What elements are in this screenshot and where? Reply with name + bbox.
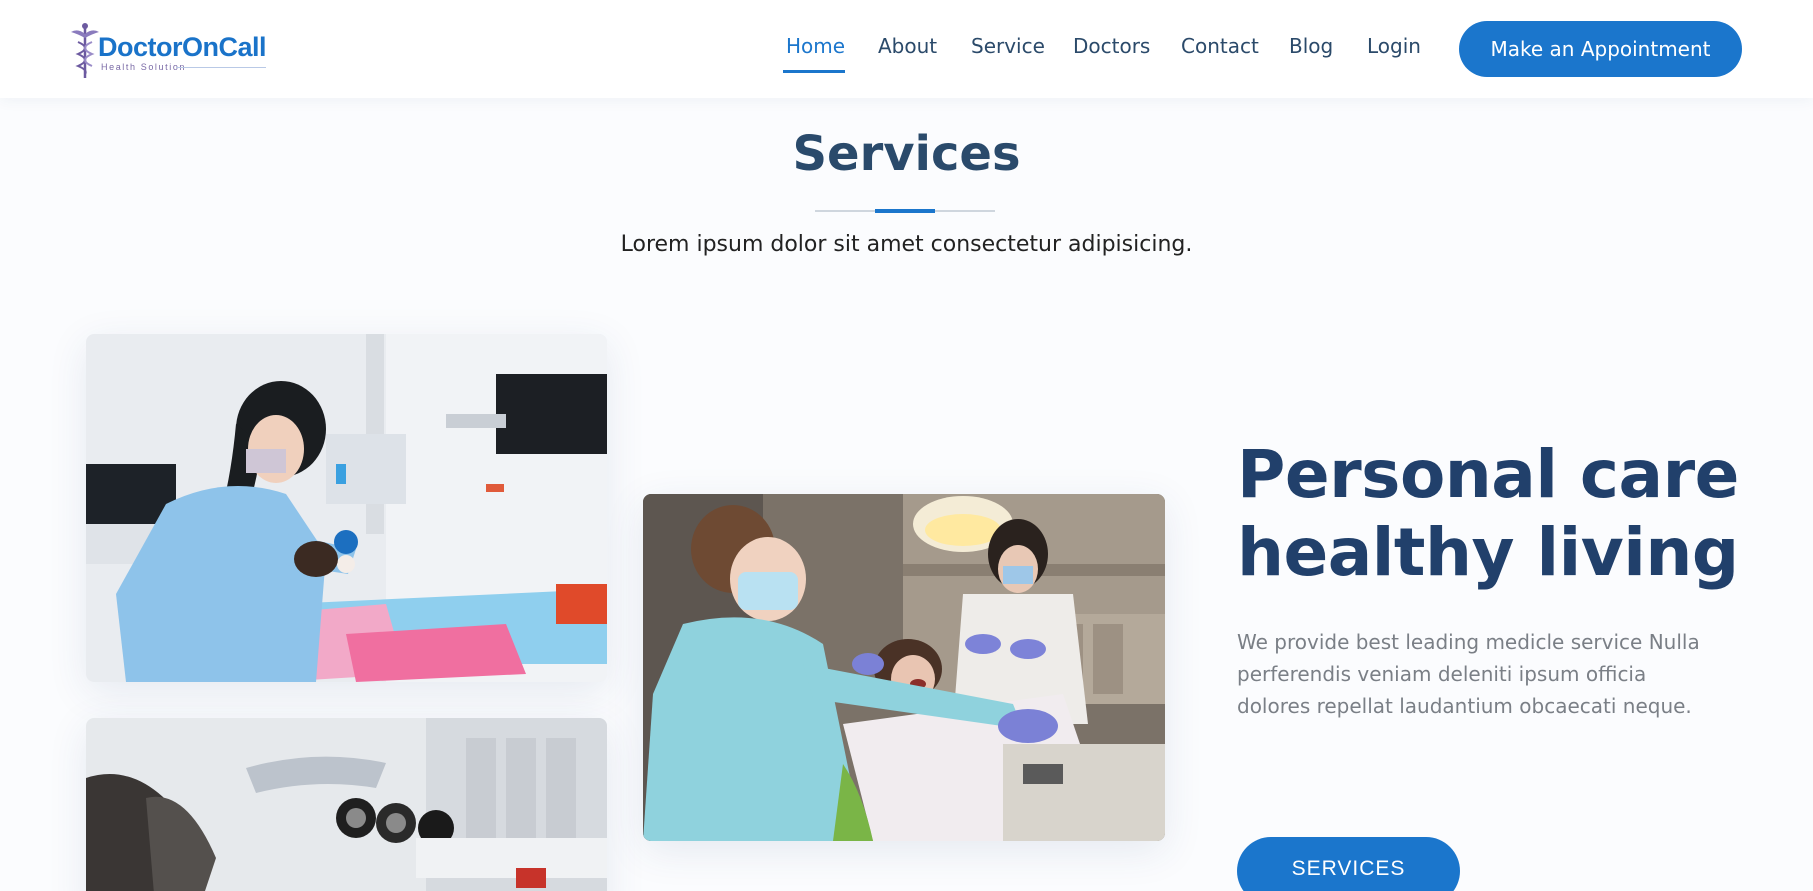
caduceus-icon — [71, 23, 99, 78]
dentist-photo-2 — [643, 494, 1165, 841]
title-divider-accent — [875, 209, 935, 213]
hero-title: Personal care healthy living — [1237, 436, 1757, 592]
nav-service[interactable]: Service — [971, 34, 1045, 58]
nav-login[interactable]: Login — [1367, 34, 1421, 58]
nav-contact[interactable]: Contact — [1181, 34, 1259, 58]
make-appointment-button[interactable]: Make an Appointment — [1459, 21, 1742, 77]
services-button[interactable]: SERVICES — [1237, 837, 1460, 891]
nav-blog[interactable]: Blog — [1289, 34, 1333, 58]
dentist-photo-1 — [86, 334, 607, 682]
hero-description: We provide best leading medicle service … — [1237, 630, 1700, 718]
nav-doctors[interactable]: Doctors — [1073, 34, 1150, 58]
dental-equipment-photo — [86, 718, 607, 891]
logo-divider — [176, 67, 266, 68]
section-title: Services — [792, 126, 1021, 182]
hero-title-line-2: healthy living — [1237, 514, 1739, 591]
logo-tagline: Health Solution — [101, 62, 187, 72]
hero-title-line-1: Personal care — [1237, 436, 1739, 513]
nav-home[interactable]: Home — [786, 34, 845, 58]
logo[interactable]: DoctorOnCall Health Solution — [68, 20, 268, 80]
nav-about[interactable]: About — [878, 34, 937, 58]
section-subtitle: Lorem ipsum dolor sit amet consectetur a… — [620, 232, 1193, 257]
site-header: DoctorOnCall Health Solution Home About … — [0, 0, 1813, 98]
logo-brand: DoctorOnCall — [98, 32, 267, 62]
nav-active-indicator — [783, 70, 845, 73]
